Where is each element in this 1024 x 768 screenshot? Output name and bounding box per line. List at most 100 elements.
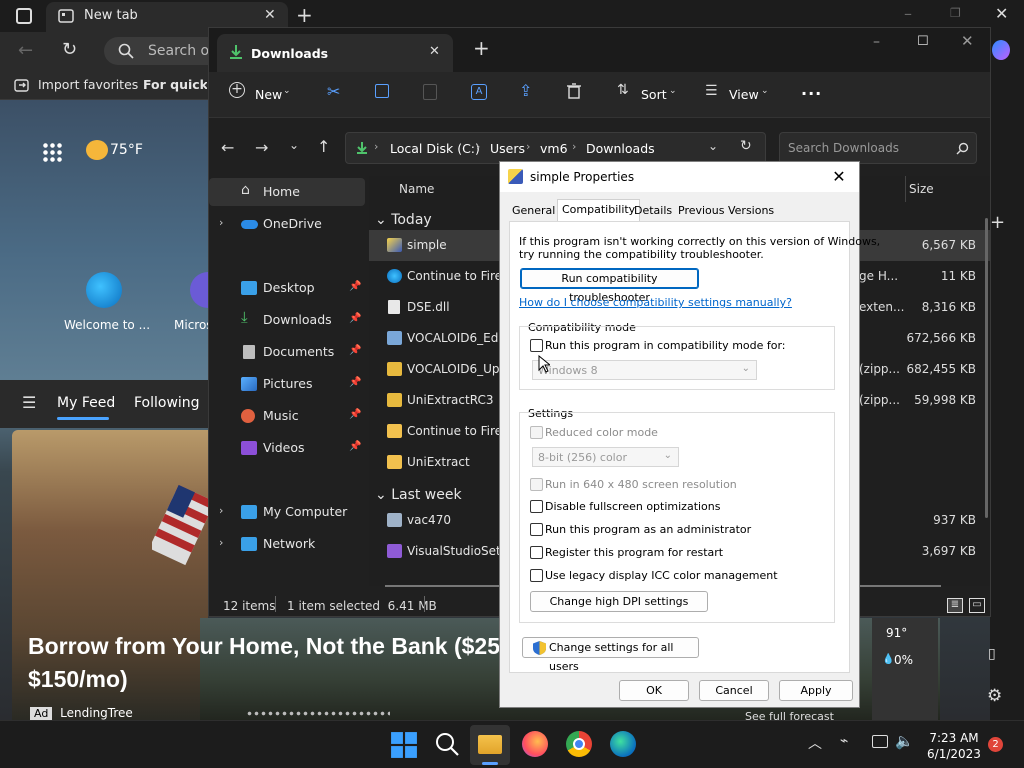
compat-help-link[interactable]: How do I choose compatibility settings m… (519, 296, 792, 309)
weather-temp[interactable]: 75°F (110, 142, 143, 158)
edge-icon[interactable] (610, 731, 636, 757)
nav-item-mycomputer[interactable]: › My Computer (209, 498, 365, 526)
explorer-address-bar[interactable]: › Local Disk (C:) › Users › vm6 › Downlo… (345, 132, 766, 164)
up-arrow-icon[interactable]: ↑ (317, 137, 330, 156)
system-clock[interactable]: 7:23 AM 6/1/2023 (924, 730, 984, 762)
expand-chevron-icon[interactable]: › (219, 536, 223, 549)
more-options-button[interactable]: ... (801, 80, 822, 99)
breadcrumb-downloads[interactable]: Downloads (586, 141, 655, 156)
tab-general[interactable]: General (508, 201, 559, 221)
firefox-icon[interactable] (522, 731, 548, 757)
feed-tab-following[interactable]: Following (134, 395, 200, 411)
pin-icon[interactable]: 📌 (349, 377, 361, 388)
expand-chevron-icon[interactable]: › (219, 504, 223, 517)
view-button[interactable]: View (729, 87, 759, 102)
register-restart-checkbox[interactable] (530, 546, 543, 559)
back-arrow-icon[interactable]: ← (18, 40, 33, 61)
windows-start-icon[interactable] (390, 731, 418, 759)
compat-mode-check-label[interactable]: Run this program in compatibility mode f… (545, 339, 786, 352)
legacy-icc-label[interactable]: Use legacy display ICC color management (545, 569, 778, 582)
nav-item-network[interactable]: › Network (209, 530, 365, 558)
nav-item-onedrive[interactable]: › OneDrive (209, 210, 365, 238)
notification-badge[interactable]: 2 (988, 737, 1003, 752)
details-view-icon[interactable]: ≣ (947, 598, 963, 613)
compat-mode-checkbox[interactable] (530, 339, 543, 352)
sort-button[interactable]: Sort (641, 87, 667, 102)
disable-fullscreen-label[interactable]: Disable fullscreen optimizations (545, 500, 721, 513)
run-troubleshooter-button[interactable]: Run compatibility troubleshooter (520, 268, 699, 304)
column-header-size[interactable]: Size (909, 182, 934, 196)
rename-icon[interactable]: A (471, 84, 487, 100)
cancel-button[interactable]: Cancel (699, 680, 769, 701)
edge-welcome-shortcut-icon[interactable] (86, 272, 122, 308)
nav-item-documents[interactable]: Documents 📌 (209, 338, 365, 366)
explorer-maximize-icon[interactable]: ☐ (917, 34, 929, 49)
pin-icon[interactable]: 📌 (349, 313, 361, 324)
microsoft-shortcut-icon[interactable] (190, 272, 208, 308)
display-icon[interactable] (872, 735, 888, 748)
volume-icon[interactable]: 🔈 (895, 732, 914, 750)
edge-close-icon[interactable]: ✕ (995, 4, 1008, 23)
copilot-icon[interactable] (992, 40, 1010, 60)
new-tab-plus-icon[interactable]: + (296, 3, 313, 27)
breadcrumb-users[interactable]: Users (490, 141, 525, 156)
pin-icon[interactable]: 📌 (349, 409, 361, 420)
explorer-close-icon[interactable]: ✕ (961, 32, 974, 50)
view-icon[interactable]: ☰ (705, 83, 718, 99)
run-admin-label[interactable]: Run this program as an administrator (545, 523, 751, 536)
disable-fullscreen-checkbox[interactable] (530, 500, 543, 513)
feed-tab-myfeed[interactable]: My Feed (57, 395, 115, 411)
group-header-lastweek[interactable]: ⌄ Last week (375, 487, 462, 503)
recent-locations-icon[interactable]: ⌄ (289, 138, 299, 152)
network-status-icon[interactable]: ⌁ (840, 733, 848, 749)
apps-grid-icon[interactable] (42, 142, 62, 162)
nav-item-videos[interactable]: Videos 📌 (209, 434, 365, 462)
explorer-tab-close-icon[interactable]: ✕ (429, 44, 440, 59)
tab-compatibility[interactable]: Compatibility (557, 199, 641, 222)
explorer-back-icon[interactable]: ← (221, 138, 234, 157)
tab-actions-icon[interactable] (16, 8, 32, 24)
settings-gear-icon[interactable]: ⚙ (987, 686, 1002, 706)
edge-address-bar[interactable]: Search or (104, 37, 224, 65)
nav-item-downloads[interactable]: ⤓ Downloads 📌 (209, 306, 365, 334)
register-restart-label[interactable]: Register this program for restart (545, 546, 723, 559)
view-chevron-icon[interactable]: ⌄ (761, 86, 769, 96)
all-users-button[interactable]: Change settings for all users (522, 637, 699, 673)
group-header-today[interactable]: ⌄ Today (375, 212, 432, 228)
nav-item-home[interactable]: ⌂ Home (209, 178, 365, 206)
import-favorites-link[interactable]: Import favorites (38, 77, 138, 92)
explorer-tab-downloads[interactable]: Downloads ✕ (217, 34, 453, 72)
carousel-dots[interactable] (246, 711, 390, 716)
address-refresh-icon[interactable]: ↻ (740, 138, 752, 154)
tiles-view-icon[interactable]: ▭ (969, 598, 985, 613)
legacy-icc-checkbox[interactable] (530, 569, 543, 582)
ok-button[interactable]: OK (619, 680, 689, 701)
nav-item-music[interactable]: Music 📌 (209, 402, 365, 430)
new-chevron-icon[interactable]: ⌄ (283, 86, 291, 96)
copy-icon[interactable] (375, 84, 389, 98)
hamburger-icon[interactable]: ☰ (22, 393, 36, 412)
share-icon[interactable]: ⇪ (519, 81, 532, 100)
edge-restore-icon[interactable]: ❐ (950, 6, 961, 20)
cut-scissors-icon[interactable]: ✂ (327, 82, 340, 101)
ad-source[interactable]: LendingTree (60, 706, 133, 720)
address-dropdown-icon[interactable]: ⌄ (708, 139, 718, 153)
close-tab-icon[interactable]: ✕ (264, 7, 276, 23)
pin-icon[interactable]: 📌 (349, 441, 361, 452)
explorer-forward-icon[interactable]: → (255, 138, 268, 157)
explorer-search-box[interactable]: Search Downloads (779, 132, 977, 164)
vertical-scrollbar[interactable] (985, 218, 988, 518)
refresh-icon[interactable]: ↻ (62, 39, 77, 60)
show-hidden-icons-chevron[interactable]: ︿ (808, 733, 822, 753)
edge-minimize-icon[interactable]: – (904, 4, 912, 23)
sort-icon[interactable]: ⇅ (617, 82, 629, 98)
sort-chevron-icon[interactable]: ⌄ (669, 86, 677, 96)
expand-chevron-icon[interactable]: › (219, 216, 223, 229)
breadcrumb-local-disk[interactable]: Local Disk (C:) (390, 141, 480, 156)
explorer-new-tab-icon[interactable]: + (473, 36, 490, 60)
change-dpi-button[interactable]: Change high DPI settings (530, 591, 708, 612)
new-plus-icon[interactable]: + (229, 82, 245, 98)
new-button[interactable]: New (255, 87, 282, 102)
run-admin-checkbox[interactable] (530, 523, 543, 536)
sidebar-add-icon[interactable]: + (990, 212, 1005, 233)
